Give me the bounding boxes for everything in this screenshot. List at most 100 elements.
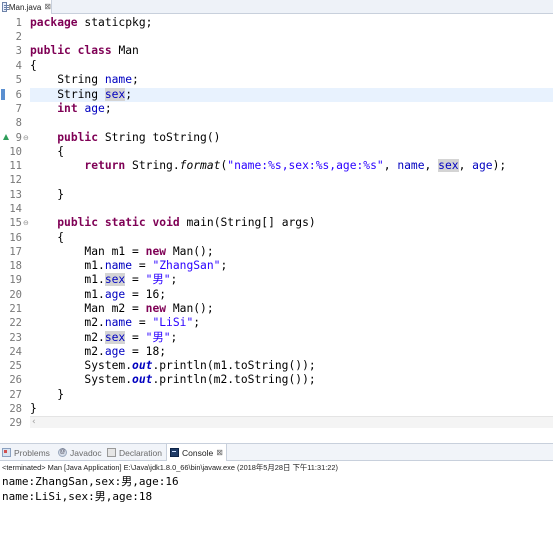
console-icon <box>170 448 179 457</box>
code-text: = <box>132 259 153 272</box>
tab-javadoc[interactable]: @ Javadoc <box>58 444 102 461</box>
java-file-icon <box>2 2 9 12</box>
code-text: m1. <box>84 259 105 272</box>
code-text: String <box>57 73 105 86</box>
code-line: } <box>30 188 553 202</box>
code-field-highlighted: sex <box>438 159 459 172</box>
code-line: { <box>30 59 553 73</box>
code-static-field: out <box>132 359 153 372</box>
editor-tab-label: Man.java <box>8 2 42 12</box>
code-text: String toString() <box>98 131 221 144</box>
code-text: m1. <box>84 273 105 286</box>
line-number: 18 <box>9 260 22 272</box>
javadoc-icon: @ <box>58 448 67 457</box>
code-text: , <box>458 159 473 172</box>
line-number: 4 <box>15 60 22 72</box>
code-line: m2.sex = "男"; <box>30 331 553 345</box>
code-text: m1. <box>84 288 105 301</box>
console-output-line: name:ZhangSan,sex:男,age:16 <box>2 475 179 488</box>
code-text: ; <box>132 73 139 86</box>
line-number: 20 <box>9 289 22 301</box>
code-text: main(String[] args) <box>179 216 316 229</box>
code-text: } <box>57 188 65 201</box>
code-line: m2.name = "LiSi"; <box>30 316 553 330</box>
code-text: = 18; <box>125 345 167 358</box>
code-field: name <box>104 316 133 329</box>
fold-collapse-icon[interactable]: ⊖ <box>23 216 30 230</box>
code-line-current: String sex; <box>30 88 553 102</box>
code-text: } <box>57 388 65 401</box>
tab-declaration[interactable]: Declaration <box>107 444 162 461</box>
close-icon[interactable]: ⊠ <box>44 3 51 11</box>
code-text: , <box>424 159 439 172</box>
code-text: System. <box>84 373 133 386</box>
panel-tab-bar: Problems @ Javadoc Declaration Console ⊠ <box>0 443 553 461</box>
code-line: m1.name = "ZhangSan"; <box>30 259 553 273</box>
line-number: 29 <box>9 417 22 429</box>
code-line: public class Man <box>30 44 553 58</box>
horizontal-scrollbar[interactable]: ‹ <box>30 416 553 428</box>
line-number: 12 <box>9 174 22 186</box>
code-field: age <box>84 102 105 115</box>
line-number: 15 <box>9 217 22 229</box>
fold-collapse-icon[interactable]: ⊖ <box>23 131 30 145</box>
code-keyword: void <box>152 216 180 229</box>
code-text: m2. <box>84 316 105 329</box>
code-text: Man m1 = <box>84 245 146 258</box>
code-string: "ZhangSan" <box>152 259 221 272</box>
code-field: name <box>104 73 133 86</box>
code-text: { <box>57 145 65 158</box>
code-line: Man m1 = new Man(); <box>30 245 553 259</box>
close-icon[interactable]: ⊠ <box>216 448 223 457</box>
code-text: ; <box>125 88 133 101</box>
console-status: <terminated> Man [Java Application] E:\J… <box>2 463 338 472</box>
code-field: name <box>397 159 425 172</box>
tab-label: Declaration <box>119 447 162 458</box>
code-text: } <box>30 402 37 415</box>
code-keyword: public <box>57 216 99 229</box>
line-number: 13 <box>9 189 22 201</box>
code-method: format <box>179 159 221 172</box>
code-line: System.out.println(m1.toString()); <box>30 359 553 373</box>
code-text: ; <box>104 102 112 115</box>
line-number: 5 <box>15 74 22 86</box>
line-number: 7 <box>15 103 22 115</box>
code-line: public String toString() <box>30 131 553 145</box>
line-number: 3 <box>15 45 22 57</box>
line-number: 25 <box>9 360 22 372</box>
tab-problems[interactable]: Problems <box>2 444 50 461</box>
code-line: int age; <box>30 102 553 116</box>
code-text: ; <box>193 316 201 329</box>
line-number: 14 <box>9 203 22 215</box>
declaration-icon <box>107 448 116 457</box>
code-editor[interactable]: 1 2 3 4 5 6 7 8 9 10 11 12 13 14 15 16 1… <box>0 14 553 430</box>
code-keyword: public <box>57 131 99 144</box>
code-field: age <box>104 345 126 358</box>
code-string: "name:%s,sex:%s,age:%s" <box>227 159 384 172</box>
code-text: ; <box>170 331 178 344</box>
code-line: { <box>30 231 553 245</box>
scroll-left-icon[interactable]: ‹ <box>32 417 36 428</box>
code-keyword: new <box>145 302 167 315</box>
tab-label: Console <box>182 447 214 458</box>
code-line: System.out.println(m2.toString()); <box>30 373 553 387</box>
code-field: name <box>104 259 133 272</box>
line-number-gutter: 1 2 3 4 5 6 7 8 9 10 11 12 13 14 15 16 1… <box>0 14 30 430</box>
line-number: 17 <box>9 246 22 258</box>
line-number: 22 <box>9 317 22 329</box>
tab-label: Javadoc <box>70 447 102 458</box>
code-string: "LiSi" <box>152 316 194 329</box>
code-text: Man <box>111 44 139 57</box>
tab-console[interactable]: Console ⊠ <box>166 444 227 461</box>
code-text: ); <box>492 159 507 172</box>
code-line: String name; <box>30 73 553 87</box>
code-static-field: out <box>132 373 153 386</box>
code-text: Man(); <box>166 245 214 258</box>
line-number: 16 <box>9 232 22 244</box>
code-text: .println(m1.toString()); <box>152 359 316 372</box>
editor-tab-man-java[interactable]: Man.java ⊠ <box>0 0 52 14</box>
code-field-highlighted: sex <box>104 273 126 286</box>
code-line: package staticpkg; <box>30 16 553 30</box>
code-text-area[interactable]: package staticpkg; public class Man { St… <box>30 14 553 430</box>
line-number: 6 <box>15 89 22 101</box>
